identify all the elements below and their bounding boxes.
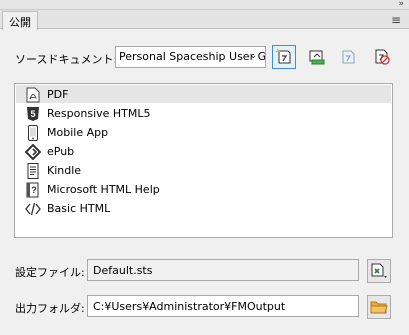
kindle-icon <box>25 162 41 179</box>
tab-publish[interactable]: 公開 <box>2 11 38 30</box>
settings-file-label: 設定ファイル: <box>15 266 85 279</box>
list-item-label: ePub <box>47 145 75 158</box>
panel-title-strip <box>0 0 409 10</box>
list-item-label: Basic HTML <box>47 202 111 215</box>
pdf-icon <box>25 87 41 103</box>
output-folder-input[interactable]: C:¥Users¥Administrator¥FMOutput <box>87 295 359 317</box>
collapse-panel-icon[interactable]: » <box>398 0 403 9</box>
list-item-mobile-app[interactable]: Mobile App <box>15 123 385 142</box>
panel-tab-row <box>0 10 409 29</box>
list-item-epub[interactable]: ePub <box>15 142 385 161</box>
panel-menu-icon[interactable]: ≡ <box>391 13 401 27</box>
settings-file-icon <box>371 263 387 278</box>
epub-icon <box>25 143 41 160</box>
html5-icon: 5 <box>25 106 41 122</box>
source-document-select[interactable]: Personal Spaceship User G <box>115 46 266 68</box>
list-item-label: Mobile App <box>47 126 109 139</box>
folder-icon <box>370 301 388 314</box>
source-document-label: ソースドキュメント: <box>15 53 118 66</box>
mobile-icon <box>25 124 41 141</box>
list-item-label: Kindle <box>47 164 82 177</box>
edit-target-icon <box>309 50 325 65</box>
remove-target-icon <box>375 49 390 65</box>
list-item-pdf[interactable]: PDF <box>15 85 385 104</box>
list-item-label: Responsive HTML5 <box>47 107 151 120</box>
new-target-icon <box>275 48 291 64</box>
svg-text:5: 5 <box>30 109 35 119</box>
settings-file-button[interactable] <box>367 259 391 283</box>
copy-target-button[interactable] <box>337 45 361 69</box>
remove-target-button[interactable] <box>370 45 394 69</box>
edit-target-button[interactable] <box>305 45 329 69</box>
settings-file-field: Default.sts <box>87 259 359 281</box>
list-item-label: PDF <box>47 88 69 101</box>
list-item-microsoft-html-help[interactable]: ? Microsoft HTML Help <box>15 180 385 199</box>
list-item-responsive-html5[interactable]: 5 Responsive HTML5 <box>15 104 385 123</box>
code-icon <box>25 201 41 217</box>
browse-folder-button[interactable] <box>367 295 391 319</box>
svg-text:?: ? <box>31 185 37 195</box>
new-target-button[interactable] <box>272 45 296 69</box>
list-item-basic-html[interactable]: Basic HTML <box>15 199 385 218</box>
help-icon: ? <box>25 182 41 198</box>
chevron-down-icon[interactable]: ⌄ <box>249 50 257 61</box>
target-list[interactable]: PDF 5 Responsive HTML5 Mobile App ePub K… <box>14 83 393 238</box>
output-folder-label: 出力フォルダ: <box>15 302 85 315</box>
list-item-label: Microsoft HTML Help <box>47 183 160 196</box>
list-item-kindle[interactable]: Kindle <box>15 161 385 180</box>
copy-target-icon <box>342 50 355 64</box>
